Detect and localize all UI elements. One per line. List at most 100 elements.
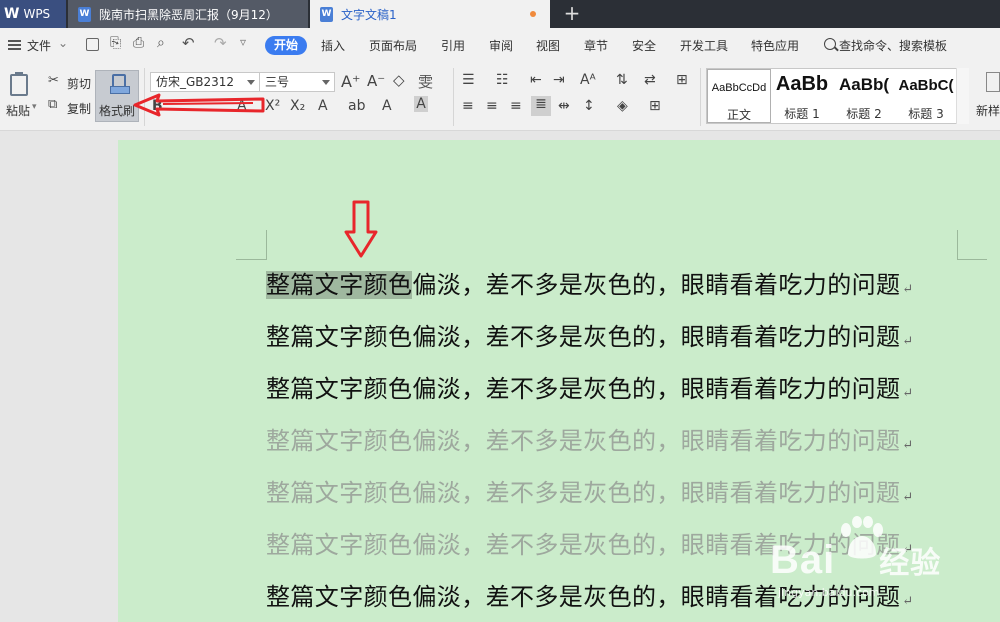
unsaved-indicator-icon xyxy=(530,11,536,17)
print-icon[interactable]: ⎙ xyxy=(133,35,144,51)
menu-page-layout[interactable]: 页面布局 xyxy=(369,37,417,54)
selected-text[interactable]: 整篇文字颜色 xyxy=(266,271,413,299)
sort-icon[interactable]: ⇅ xyxy=(616,72,628,88)
style-preview: AaBbCcDd xyxy=(711,82,767,94)
menu-developer[interactable]: 开发工具 xyxy=(680,37,728,54)
tab-document-1-label: 陇南市扫黑除恶周汇报（9月12） xyxy=(99,7,278,22)
menu-view[interactable]: 视图 xyxy=(536,37,560,54)
subscript-icon[interactable]: X₂ xyxy=(290,98,305,114)
paintbrush-icon xyxy=(110,74,130,94)
gallery-scrollbar[interactable] xyxy=(956,68,969,124)
phonetic-guide-icon[interactable]: 雯 xyxy=(418,71,433,92)
table-grid-icon[interactable]: ⊞ xyxy=(676,72,688,88)
character-shading-icon[interactable]: A xyxy=(414,96,428,112)
wps-logo-icon: W xyxy=(4,6,20,22)
font-size-select[interactable]: 三号 xyxy=(259,72,335,92)
chevron-down-icon xyxy=(322,80,330,85)
group-divider xyxy=(700,68,701,126)
font-size-value: 三号 xyxy=(265,75,290,89)
line-text: 偏淡，差不多是灰色的，眼睛看着吃力的问题 xyxy=(412,271,901,299)
menu-file[interactable]: 文件 xyxy=(27,37,51,54)
paragraph-mark: ↵ xyxy=(902,334,914,349)
margin-corner-mark xyxy=(957,230,958,260)
paste-button[interactable]: 粘贴 xyxy=(6,102,30,119)
style-heading-3[interactable]: AaBbC( 标题 3 xyxy=(895,69,957,123)
style-heading-1[interactable]: AaBb 标题 1 xyxy=(771,69,833,123)
menu-special[interactable]: 特色应用 xyxy=(751,37,799,54)
style-preview: AaBb xyxy=(775,73,829,95)
menu-home[interactable]: 开始 xyxy=(265,36,307,55)
borders-icon[interactable]: ⊞ xyxy=(649,98,661,114)
increase-indent-icon[interactable]: ⇥ xyxy=(553,72,565,88)
cut-button[interactable]: 剪切 xyxy=(67,75,91,92)
tab-wps-home[interactable]: W WPS xyxy=(0,0,66,28)
tab-document-2-label: 文字文稿1 xyxy=(341,7,397,22)
menu-section[interactable]: 章节 xyxy=(584,37,608,54)
font-name-value: 仿宋_GB2312 xyxy=(156,75,235,89)
distribute-icon[interactable]: ⇹ xyxy=(558,98,570,114)
numbered-list-icon[interactable]: ☷ xyxy=(496,72,509,88)
new-style-button[interactable]: 新样 xyxy=(976,102,1000,119)
change-case-icon[interactable]: Aᴬ xyxy=(580,72,596,88)
show-marks-icon[interactable]: ⇄ xyxy=(644,72,656,88)
menu-review[interactable]: 审阅 xyxy=(489,37,513,54)
line-text: 整篇文字颜色偏淡，差不多是灰色的，眼睛看着吃力的问题 xyxy=(266,479,901,507)
document-line-2[interactable]: 整篇文字颜色偏淡，差不多是灰色的，眼睛看着吃力的问题 ↵ xyxy=(266,319,914,355)
tab-document-1[interactable]: W 陇南市扫黑除恶周汇报（9月12） xyxy=(68,0,308,28)
line-text: 整篇文字颜色偏淡，差不多是灰色的，眼睛看着吃力的问题 xyxy=(266,323,901,351)
document-line-3[interactable]: 整篇文字颜色偏淡，差不多是灰色的，眼睛看着吃力的问题 ↵ xyxy=(266,371,914,407)
menu-security[interactable]: 安全 xyxy=(632,37,656,54)
font-color-icon[interactable]: A xyxy=(382,98,392,114)
watermark-brand: Bai 经验 xyxy=(770,538,942,582)
paste-icon[interactable] xyxy=(10,72,28,96)
document-line-5[interactable]: 整篇文字颜色偏淡，差不多是灰色的，眼睛看着吃力的问题 ↵ xyxy=(266,475,914,511)
group-divider xyxy=(453,68,454,126)
baidu-watermark: Bai 经验 jingyan.baidu.com xyxy=(770,516,1000,606)
chevron-down-icon[interactable]: ⌄ xyxy=(58,36,68,50)
line-spacing-icon[interactable]: ↕ xyxy=(583,98,595,114)
scissors-icon: ✂ xyxy=(48,73,59,88)
chevron-down-icon[interactable]: ▾ xyxy=(32,102,37,112)
save-icon[interactable] xyxy=(86,38,99,51)
clear-format-icon[interactable]: ◇ xyxy=(393,71,405,89)
decrease-indent-icon[interactable]: ⇤ xyxy=(530,72,542,88)
copy-icon: ⧉ xyxy=(48,97,58,112)
highlight-icon[interactable]: ab xyxy=(348,98,365,114)
style-preview: AaBb( xyxy=(838,75,890,94)
chevron-down-icon xyxy=(247,80,255,85)
new-tab-button[interactable]: + xyxy=(560,2,584,26)
print-preview-icon[interactable]: ⌕ xyxy=(157,35,165,51)
style-preview: AaBbC( xyxy=(898,77,954,94)
line-text: 整篇文字颜色偏淡，差不多是灰色的，眼睛看着吃力的问题 xyxy=(266,427,901,455)
hamburger-menu-icon[interactable] xyxy=(8,40,21,50)
align-left-icon[interactable]: ≡ xyxy=(462,98,474,114)
shading-icon[interactable]: ◈ xyxy=(617,98,628,114)
style-name: 标题 3 xyxy=(908,107,944,121)
grow-font-icon[interactable]: A⁺ xyxy=(341,72,360,91)
align-right-icon[interactable]: ≡ xyxy=(510,98,522,114)
redo-icon[interactable]: ↷ xyxy=(214,34,227,52)
line-text: 整篇文字颜色偏淡，差不多是灰色的，眼睛看着吃力的问题 xyxy=(266,375,901,403)
document-line-1[interactable]: 整篇文字颜色偏淡，差不多是灰色的，眼睛看着吃力的问题 ↵ xyxy=(266,267,914,303)
copy-button[interactable]: 复制 xyxy=(67,100,91,117)
align-center-icon[interactable]: ≡ xyxy=(486,98,498,114)
document-icon: W xyxy=(78,6,91,22)
command-search[interactable]: 查找命令、搜索模板 xyxy=(839,37,947,54)
undo-icon[interactable]: ↶ xyxy=(182,34,195,52)
customize-toolbar-icon[interactable]: ▿ xyxy=(240,35,246,49)
font-name-select[interactable]: 仿宋_GB2312 xyxy=(150,72,260,92)
tab-document-2[interactable]: W 文字文稿1 xyxy=(310,0,550,28)
style-name: 标题 1 xyxy=(784,107,820,121)
document-line-4[interactable]: 整篇文字颜色偏淡，差不多是灰色的，眼睛看着吃力的问题 ↵ xyxy=(266,423,914,459)
paragraph-mark: ↵ xyxy=(902,282,914,297)
export-pdf-icon[interactable]: ⎘ xyxy=(110,35,121,51)
justify-icon[interactable]: ≣ xyxy=(531,96,551,116)
text-effects-icon[interactable]: A xyxy=(318,98,328,114)
bullet-list-icon[interactable]: ☰ xyxy=(462,72,475,88)
style-normal[interactable]: AaBbCcDd 正文 xyxy=(707,69,771,123)
new-style-icon[interactable] xyxy=(986,72,1000,92)
style-heading-2[interactable]: AaBb( 标题 2 xyxy=(833,69,895,123)
menu-references[interactable]: 引用 xyxy=(441,37,465,54)
menu-insert[interactable]: 插入 xyxy=(321,37,345,54)
shrink-font-icon[interactable]: A⁻ xyxy=(367,72,385,90)
